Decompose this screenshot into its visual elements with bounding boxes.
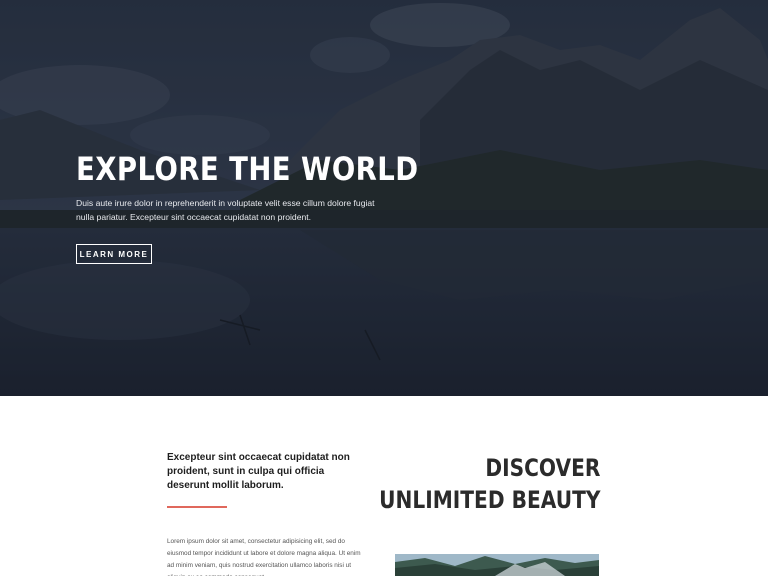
heading-line-1: DISCOVER [484, 454, 600, 482]
heading-line-2: UNLIMITED BEAUTY [378, 486, 600, 514]
learn-more-button[interactable]: LEARN MORE [76, 244, 152, 264]
lead-text: Excepteur sint occaecat cupidatat non pr… [167, 452, 350, 491]
hero-description: Duis aute irure dolor in reprehenderit i… [76, 198, 375, 222]
section-heading: DISCOVER UNLIMITED BEAUTY [337, 452, 600, 516]
hero-title: EXPLORE THE WORLD [76, 150, 419, 188]
accent-divider [167, 506, 227, 508]
landscape-thumbnail-image [395, 554, 599, 576]
body-text: Lorem ipsum dolor sit amet, consectetur … [167, 538, 361, 576]
content-section: Excepteur sint occaecat cupidatat non pr… [0, 396, 768, 576]
hero-section: EXPLORE THE WORLD Duis aute irure dolor … [0, 0, 768, 396]
